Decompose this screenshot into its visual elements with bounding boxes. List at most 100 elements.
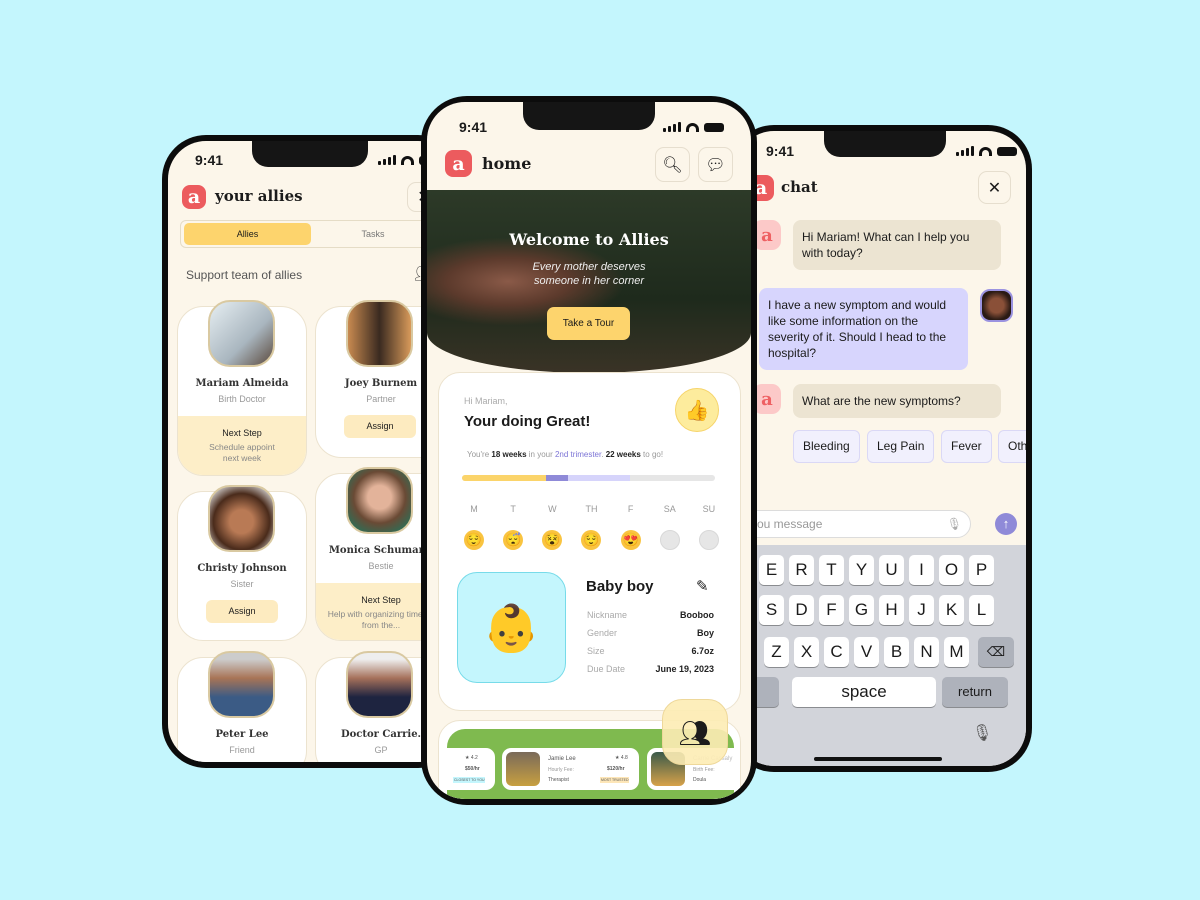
mood-emoji[interactable]: 😵	[542, 530, 563, 550]
backspace-key[interactable]: ⌫	[978, 637, 1014, 667]
message-input[interactable]: ou message 🎙︎	[736, 510, 971, 538]
tab-allies[interactable]: Allies	[184, 223, 311, 245]
provider-fee: $50/hr	[465, 766, 480, 772]
rating-value: 4.8	[620, 755, 628, 761]
assign-button[interactable]: Assign	[344, 415, 416, 438]
key-v[interactable]: V	[854, 637, 879, 667]
key-j[interactable]: J	[909, 595, 934, 625]
search-button[interactable]: 🔍︎	[655, 147, 690, 182]
provider-photo	[506, 752, 540, 786]
key-o[interactable]: O	[939, 555, 964, 585]
progress-suffix: to go!	[640, 450, 664, 459]
user-message: I have a new symptom and would like some…	[759, 288, 968, 370]
day-column[interactable]: TH 😌	[581, 504, 602, 550]
chat-bubble-icon: 💬︎	[705, 156, 726, 174]
send-button[interactable]: ↑	[995, 513, 1017, 535]
tab-tasks[interactable]: Tasks	[313, 223, 433, 245]
section-title: Support team of allies	[186, 268, 303, 282]
ally-role: Friend	[229, 745, 255, 755]
key-l[interactable]: L	[969, 595, 994, 625]
status-time: 9:41	[459, 119, 488, 135]
key-c[interactable]: C	[824, 637, 849, 667]
key-d[interactable]: D	[789, 595, 814, 625]
ally-role: Sister	[230, 579, 254, 589]
progress-card: Hi Mariam, Your doing Great! 👍 You're 18…	[438, 372, 741, 711]
day-column[interactable]: SU	[698, 504, 719, 550]
status-time: 9:41	[195, 152, 224, 168]
key-t[interactable]: T	[819, 555, 844, 585]
detail-label: Nickname	[587, 610, 628, 620]
provider-badge: CLOSEST TO YOU	[453, 777, 486, 783]
provider-card[interactable]: ★ 4.2 $50/hr CLOSEST TO YOU	[439, 748, 495, 790]
quick-reply-leg-pain[interactable]: Leg Pain	[867, 430, 935, 463]
edit-button[interactable]: ✎	[696, 577, 709, 595]
detail-row: Size 6.7oz	[587, 646, 714, 656]
day-column[interactable]: SA	[659, 504, 680, 550]
key-x[interactable]: X	[794, 637, 819, 667]
signal-icon	[378, 155, 396, 165]
provider-rating: ★ 4.2	[465, 755, 478, 761]
assign-button[interactable]: Assign	[206, 600, 278, 623]
return-key[interactable]: return	[942, 677, 1008, 707]
key-g[interactable]: G	[849, 595, 874, 625]
day-column[interactable]: M 😌	[464, 504, 484, 550]
day-column[interactable]: F 😍	[620, 504, 641, 550]
key-b[interactable]: B	[884, 637, 909, 667]
key-y[interactable]: Y	[849, 555, 874, 585]
mood-emoji[interactable]: 😌	[581, 530, 602, 550]
key-k[interactable]: K	[939, 595, 964, 625]
provider-card[interactable]: Jamie Lee Hourly Fee: Therapist ★ 4.8 $1…	[502, 748, 639, 790]
hero-title: Welcome to Allies	[509, 230, 669, 249]
allies-fab[interactable]: 👥︎	[662, 699, 728, 765]
quick-reply-other[interactable]: Oth	[998, 430, 1026, 463]
mood-emoji[interactable]	[698, 530, 719, 550]
search-icon: 🔍︎	[662, 156, 683, 174]
baby-title: Baby boy	[586, 578, 654, 595]
group-icon: 👥︎	[678, 718, 712, 748]
notch	[523, 102, 655, 130]
mood-emoji[interactable]: 😴	[503, 530, 524, 550]
home-phone: 9:41 a home 🔍︎ 💬︎ Welcome to Allies Ever…	[421, 96, 757, 805]
key-f[interactable]: F	[819, 595, 844, 625]
avatar	[346, 300, 413, 367]
chat-screen: 9:41 a chat ✕ a Hi Mariam! What can I he…	[736, 131, 1026, 766]
microphone-icon[interactable]: 🎙︎	[947, 511, 962, 537]
thumbs-up-badge[interactable]: 👍	[675, 388, 719, 432]
key-r[interactable]: R	[789, 555, 814, 585]
key-m[interactable]: M	[944, 637, 969, 667]
provider-name: Jamie Lee	[548, 756, 576, 762]
dictation-icon[interactable]: 🎙︎	[972, 723, 992, 743]
keyboard: QWERTYUIOPASDFGHJKL⇧ZXCVBNM⌫123spaceretu…	[736, 545, 1026, 766]
quick-reply-bleeding[interactable]: Bleeding	[793, 430, 860, 463]
key-h[interactable]: H	[879, 595, 904, 625]
key-s[interactable]: S	[759, 595, 784, 625]
key-i[interactable]: I	[909, 555, 934, 585]
progress-segment-second	[568, 475, 630, 481]
provider-rating: ★ 4.8	[615, 755, 628, 761]
weeks-left: 22 weeks	[605, 450, 641, 459]
mood-emoji[interactable]: 😍	[620, 530, 641, 550]
key-e[interactable]: E	[759, 555, 784, 585]
mood-emoji[interactable]: 😌	[464, 530, 484, 550]
baby-emoji: 👶	[482, 602, 541, 654]
space-key[interactable]: space	[792, 677, 936, 707]
key-p[interactable]: P	[969, 555, 994, 585]
avatar	[346, 467, 413, 534]
day-column[interactable]: W 😵	[542, 504, 563, 550]
quick-reply-fever[interactable]: Fever	[941, 430, 992, 463]
allies-phone: 9:41 a your allies ✕ Allies Tasks Suppor…	[162, 135, 462, 768]
avatar	[208, 485, 275, 552]
chat-button[interactable]: 💬︎	[698, 147, 733, 182]
close-button[interactable]: ✕	[978, 171, 1011, 204]
baby-details: Nickname Booboo Gender Boy Size 6.7oz Due D…	[587, 610, 714, 674]
notch	[252, 141, 368, 167]
take-tour-button[interactable]: Take a Tour	[547, 307, 630, 340]
key-u[interactable]: U	[879, 555, 904, 585]
avatar	[208, 651, 275, 718]
baby-avatar[interactable]: 👶	[457, 572, 566, 683]
mood-emoji[interactable]	[659, 530, 680, 550]
key-n[interactable]: N	[914, 637, 939, 667]
progress-segment-first	[462, 475, 546, 481]
day-column[interactable]: T 😴	[503, 504, 524, 550]
key-z[interactable]: Z	[764, 637, 789, 667]
